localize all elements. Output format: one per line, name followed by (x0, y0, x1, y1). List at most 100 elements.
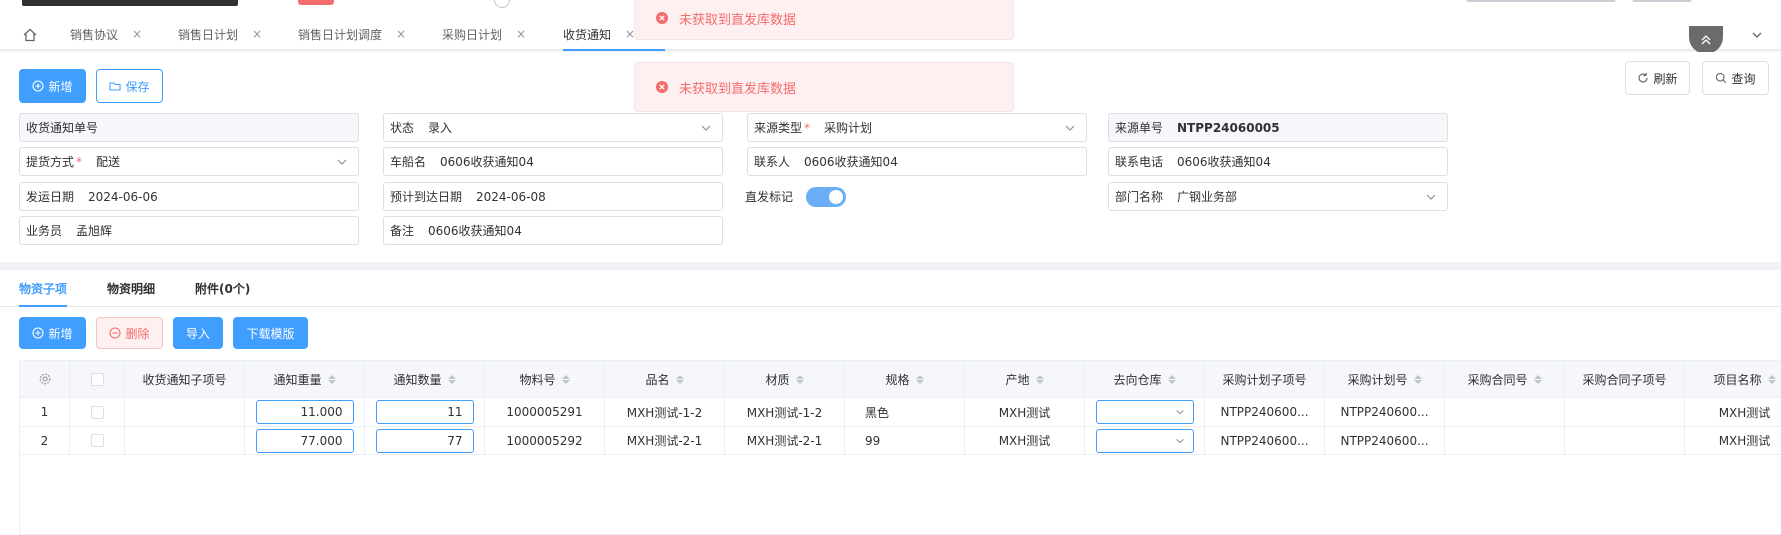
back-to-top-button[interactable] (1689, 26, 1723, 54)
error-toast: 未获取到直发库数据 (634, 0, 1014, 40)
items-section: 物资子项 物资明细 附件(0个) 新增 删除 导入 下载模版 收货通知子项号 通… (0, 270, 1781, 535)
tab-purchase-daily-plan[interactable]: 采购日计划 × (442, 18, 526, 50)
user-menu-clipped[interactable] (1632, 0, 1692, 2)
user-info-clipped (1466, 0, 1616, 2)
delivery-method-select[interactable]: 提货方式 * 配送 (19, 147, 359, 176)
subtab-material-details[interactable]: 物资明细 (107, 280, 155, 297)
error-circle-icon (656, 81, 668, 93)
import-button[interactable]: 导入 (173, 317, 223, 349)
refresh-icon (1638, 73, 1649, 83)
row-checkbox[interactable] (70, 427, 125, 454)
department-select[interactable]: 部门名称 广钢业务部 (1108, 182, 1448, 211)
column-header: 收货通知子项号 (125, 361, 245, 397)
chevron-down-icon (1175, 438, 1184, 443)
plus-circle-icon (32, 327, 45, 339)
app-title-clipped (22, 0, 238, 6)
refresh-button[interactable]: 刷新 (1625, 61, 1690, 95)
column-header[interactable]: 采购计划号 (1325, 361, 1445, 397)
subtab-attachments[interactable]: 附件(0个) (195, 280, 250, 297)
plus-circle-icon (32, 80, 45, 92)
items-table: 收货通知子项号 通知重量 通知数量 物料号 品名 材质 规格 产地 去向仓库 采… (19, 360, 1781, 535)
sort-icon (1413, 374, 1422, 384)
sort-icon (1767, 374, 1776, 384)
direct-flag-field: 直发标记 (745, 182, 847, 211)
contact-field[interactable]: 联系人 0606收获通知04 (747, 147, 1087, 176)
delete-item-button[interactable]: 删除 (96, 317, 163, 349)
column-header[interactable]: 物料号 (485, 361, 605, 397)
sort-icon (1167, 374, 1176, 384)
sort-icon (447, 374, 456, 384)
tab-sales-agreement[interactable]: 销售协议 × (70, 18, 142, 50)
eta-date-field[interactable]: 预计到达日期 2024-06-08 (383, 182, 723, 211)
salesman-field[interactable]: 业务员 孟旭辉 (19, 216, 359, 245)
column-header[interactable]: 通知重量 (245, 361, 365, 397)
add-button[interactable]: 新增 (19, 69, 86, 103)
sort-icon (795, 374, 804, 384)
notice-qty-input[interactable]: 77 (375, 428, 474, 453)
notice-qty-input[interactable]: 11 (375, 400, 474, 424)
column-header[interactable]: 材质 (725, 361, 845, 397)
tab-sales-daily-plan[interactable]: 销售日计划 × (178, 18, 262, 50)
close-icon[interactable]: × (396, 27, 406, 41)
chevron-down-icon (1175, 409, 1184, 415)
folder-icon (109, 82, 122, 91)
save-button[interactable]: 保存 (96, 69, 163, 103)
error-circle-icon (656, 12, 668, 24)
notice-weight-input[interactable]: 11.000 (255, 400, 354, 424)
download-template-button[interactable]: 下载模版 (233, 317, 308, 349)
subtab-bar: 物资子项 物资明细 附件(0个) (0, 270, 1781, 307)
query-button[interactable]: 查询 (1702, 61, 1769, 95)
sort-icon (1533, 374, 1542, 384)
column-header[interactable]: 品名 (605, 361, 725, 397)
column-header[interactable]: 去向仓库 (1085, 361, 1205, 397)
sort-icon (1035, 374, 1044, 384)
sort-icon (675, 374, 684, 384)
vehicle-name-field[interactable]: 车船名 0606收获通知04 (383, 147, 723, 176)
chevron-down-icon[interactable] (1743, 22, 1771, 48)
add-item-button[interactable]: 新增 (19, 317, 86, 349)
sort-icon (561, 374, 570, 384)
status-select[interactable]: 状态 录入 (383, 113, 723, 142)
sort-icon (915, 374, 924, 384)
ship-date-field[interactable]: 发运日期 2024-06-06 (19, 182, 359, 211)
tab-receipt-notice[interactable]: 收货通知 × (563, 18, 666, 51)
column-header: 采购合同子项号 (1565, 361, 1685, 397)
chevron-down-icon (337, 159, 347, 165)
chevron-down-icon (701, 125, 711, 131)
help-icon[interactable] (494, 0, 510, 8)
notice-weight-input[interactable]: 77.000 (255, 428, 354, 453)
column-header: 采购计划子项号 (1205, 361, 1325, 397)
subtab-material-items[interactable]: 物资子项 (19, 280, 68, 307)
column-header[interactable]: 采购合同号 (1445, 361, 1565, 397)
receipt-no-field[interactable]: 收货通知单号 (19, 113, 359, 142)
close-icon[interactable]: × (132, 27, 142, 41)
column-settings-icon[interactable] (20, 361, 70, 397)
env-badge-clipped (298, 0, 334, 5)
chevron-down-icon (1426, 194, 1436, 200)
remark-field[interactable]: 备注 0606收获通知04 (383, 216, 723, 245)
minus-circle-icon (109, 327, 122, 339)
source-type-select[interactable]: 来源类型 * 采购计划 (747, 113, 1087, 142)
chevron-down-icon (1065, 125, 1075, 131)
table-row[interactable]: 1 11.000 11 1000005291 MXH测试-1-2 MXH测试-1… (20, 397, 1781, 426)
row-checkbox[interactable] (70, 398, 125, 426)
table-header: 收货通知子项号 通知重量 通知数量 物料号 品名 材质 规格 产地 去向仓库 采… (20, 361, 1781, 397)
direct-flag-switch[interactable] (806, 186, 847, 207)
phone-field[interactable]: 联系电话 0606收获通知04 (1108, 147, 1448, 176)
column-header[interactable]: 规格 (845, 361, 965, 397)
column-header[interactable]: 项目名称 (1685, 361, 1781, 397)
sort-icon (327, 374, 336, 384)
warehouse-select[interactable] (1095, 400, 1194, 424)
tab-sales-daily-dispatch[interactable]: 销售日计划调度 × (298, 18, 406, 50)
error-toast: 未获取到直发库数据 (634, 62, 1014, 112)
table-row[interactable]: 2 77.000 77 1000005292 MXH测试-2-1 MXH测试-2… (20, 426, 1781, 455)
search-icon (1716, 72, 1727, 84)
close-icon[interactable]: × (516, 27, 526, 41)
select-all-checkbox[interactable] (70, 361, 125, 397)
close-icon[interactable]: × (252, 27, 262, 41)
warehouse-select[interactable] (1095, 428, 1194, 453)
home-icon[interactable] (18, 24, 42, 46)
column-header[interactable]: 产地 (965, 361, 1085, 397)
source-no-field[interactable]: 来源单号 NTPP24060005 (1108, 113, 1448, 142)
column-header[interactable]: 通知数量 (365, 361, 485, 397)
